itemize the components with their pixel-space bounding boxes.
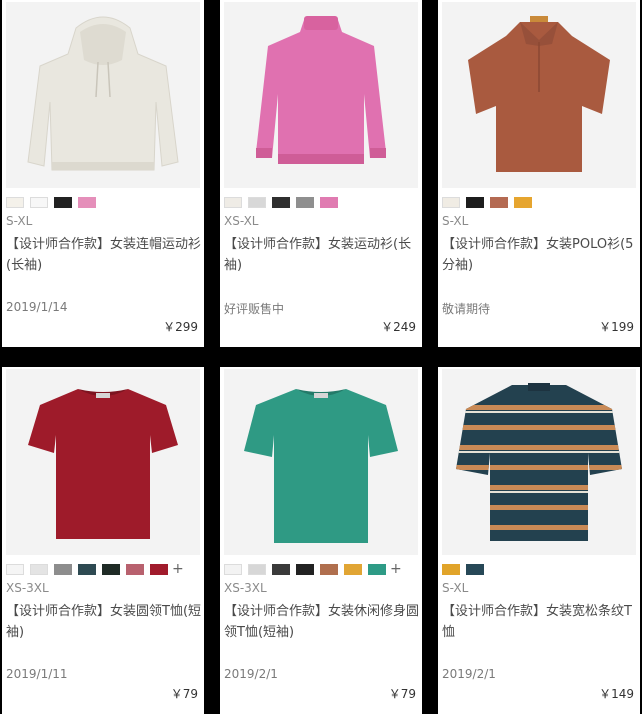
color-swatch[interactable] xyxy=(514,196,532,208)
product-image-sweatshirt[interactable] xyxy=(224,2,418,188)
color-swatch[interactable] xyxy=(224,563,242,575)
size-range: S-XL xyxy=(442,214,469,228)
color-swatch[interactable] xyxy=(30,196,48,208)
product-status: 2019/1/11 xyxy=(6,667,68,681)
color-swatch[interactable] xyxy=(248,196,266,208)
more-colors-icon[interactable]: + xyxy=(172,562,184,576)
product-status: 敬请期待 xyxy=(442,302,491,316)
product-title[interactable]: 【设计师合作款】女装圆领T恤(短袖) xyxy=(6,601,202,643)
product-status: 2019/1/14 xyxy=(6,300,68,314)
size-range: XS-XL xyxy=(224,214,259,228)
color-swatch[interactable] xyxy=(442,196,460,208)
color-swatch[interactable] xyxy=(466,196,484,208)
product-card[interactable]: S-XL 【设计师合作款】女装POLO衫(5分袖) 敬请期待 ￥199 xyxy=(438,0,640,347)
product-title[interactable]: 【设计师合作款】女装POLO衫(5分袖) xyxy=(442,234,638,276)
color-swatch[interactable] xyxy=(272,196,290,208)
color-swatch[interactable] xyxy=(6,563,24,575)
color-swatch[interactable] xyxy=(224,196,242,208)
product-card[interactable]: + XS-3XL 【设计师合作款】女装休闲修身圆领T恤(短袖) 2019/2/1… xyxy=(220,367,422,714)
color-swatch[interactable] xyxy=(78,563,96,575)
product-price: ￥79 xyxy=(170,687,198,701)
product-title[interactable]: 【设计师合作款】女装宽松条纹T恤 xyxy=(442,601,638,643)
color-swatch[interactable] xyxy=(368,563,386,575)
product-price: ￥249 xyxy=(381,320,416,334)
color-swatches: + xyxy=(224,562,402,576)
color-swatches xyxy=(442,563,484,575)
product-card[interactable]: XS-XL 【设计师合作款】女装运动衫(长袖) 好评贩售中 ￥249 xyxy=(220,0,422,347)
product-title[interactable]: 【设计师合作款】女装休闲修身圆领T恤(短袖) xyxy=(224,601,420,643)
color-swatch[interactable] xyxy=(442,563,460,575)
product-title[interactable]: 【设计师合作款】女装连帽运动衫(长袖) xyxy=(6,234,202,276)
product-image-red-tshirt[interactable] xyxy=(6,369,200,555)
size-range: XS-3XL xyxy=(224,581,267,595)
color-swatch[interactable] xyxy=(490,196,508,208)
product-price: ￥299 xyxy=(163,320,198,334)
product-card[interactable]: + XS-3XL 【设计师合作款】女装圆领T恤(短袖) 2019/1/11 ￥7… xyxy=(2,367,204,714)
product-status: 2019/2/1 xyxy=(442,667,496,681)
color-swatches: + xyxy=(6,562,184,576)
product-card[interactable]: S-XL 【设计师合作款】女装宽松条纹T恤 2019/2/1 ￥149 xyxy=(438,367,640,714)
size-range: XS-3XL xyxy=(6,581,49,595)
product-card[interactable]: S-XL 【设计师合作款】女装连帽运动衫(长袖) 2019/1/14 ￥299 xyxy=(2,0,204,347)
color-swatch[interactable] xyxy=(248,563,266,575)
color-swatch[interactable] xyxy=(126,563,144,575)
product-status: 2019/2/1 xyxy=(224,667,278,681)
color-swatch[interactable] xyxy=(272,563,290,575)
size-range: S-XL xyxy=(442,581,469,595)
color-swatch[interactable] xyxy=(102,563,120,575)
color-swatch[interactable] xyxy=(466,563,484,575)
more-colors-icon[interactable]: + xyxy=(390,562,402,576)
color-swatch[interactable] xyxy=(150,563,168,575)
product-price: ￥199 xyxy=(599,320,634,334)
color-swatch[interactable] xyxy=(320,563,338,575)
color-swatch[interactable] xyxy=(344,563,362,575)
color-swatch[interactable] xyxy=(6,196,24,208)
product-image-hoodie[interactable] xyxy=(6,2,200,188)
product-status: 好评贩售中 xyxy=(224,302,285,316)
size-range: S-XL xyxy=(6,214,33,228)
color-swatch[interactable] xyxy=(54,196,72,208)
color-swatches xyxy=(224,196,338,208)
product-image-polo[interactable] xyxy=(442,2,636,188)
color-swatch[interactable] xyxy=(78,196,96,208)
product-price: ￥79 xyxy=(388,687,416,701)
product-title[interactable]: 【设计师合作款】女装运动衫(长袖) xyxy=(224,234,420,276)
color-swatch[interactable] xyxy=(320,196,338,208)
color-swatch[interactable] xyxy=(30,563,48,575)
color-swatch[interactable] xyxy=(296,563,314,575)
product-price: ￥149 xyxy=(599,687,634,701)
product-image-striped-tshirt[interactable] xyxy=(442,369,636,555)
color-swatches xyxy=(442,196,532,208)
product-image-green-tshirt[interactable] xyxy=(224,369,418,555)
color-swatches xyxy=(6,196,96,208)
color-swatch[interactable] xyxy=(296,196,314,208)
color-swatch[interactable] xyxy=(54,563,72,575)
